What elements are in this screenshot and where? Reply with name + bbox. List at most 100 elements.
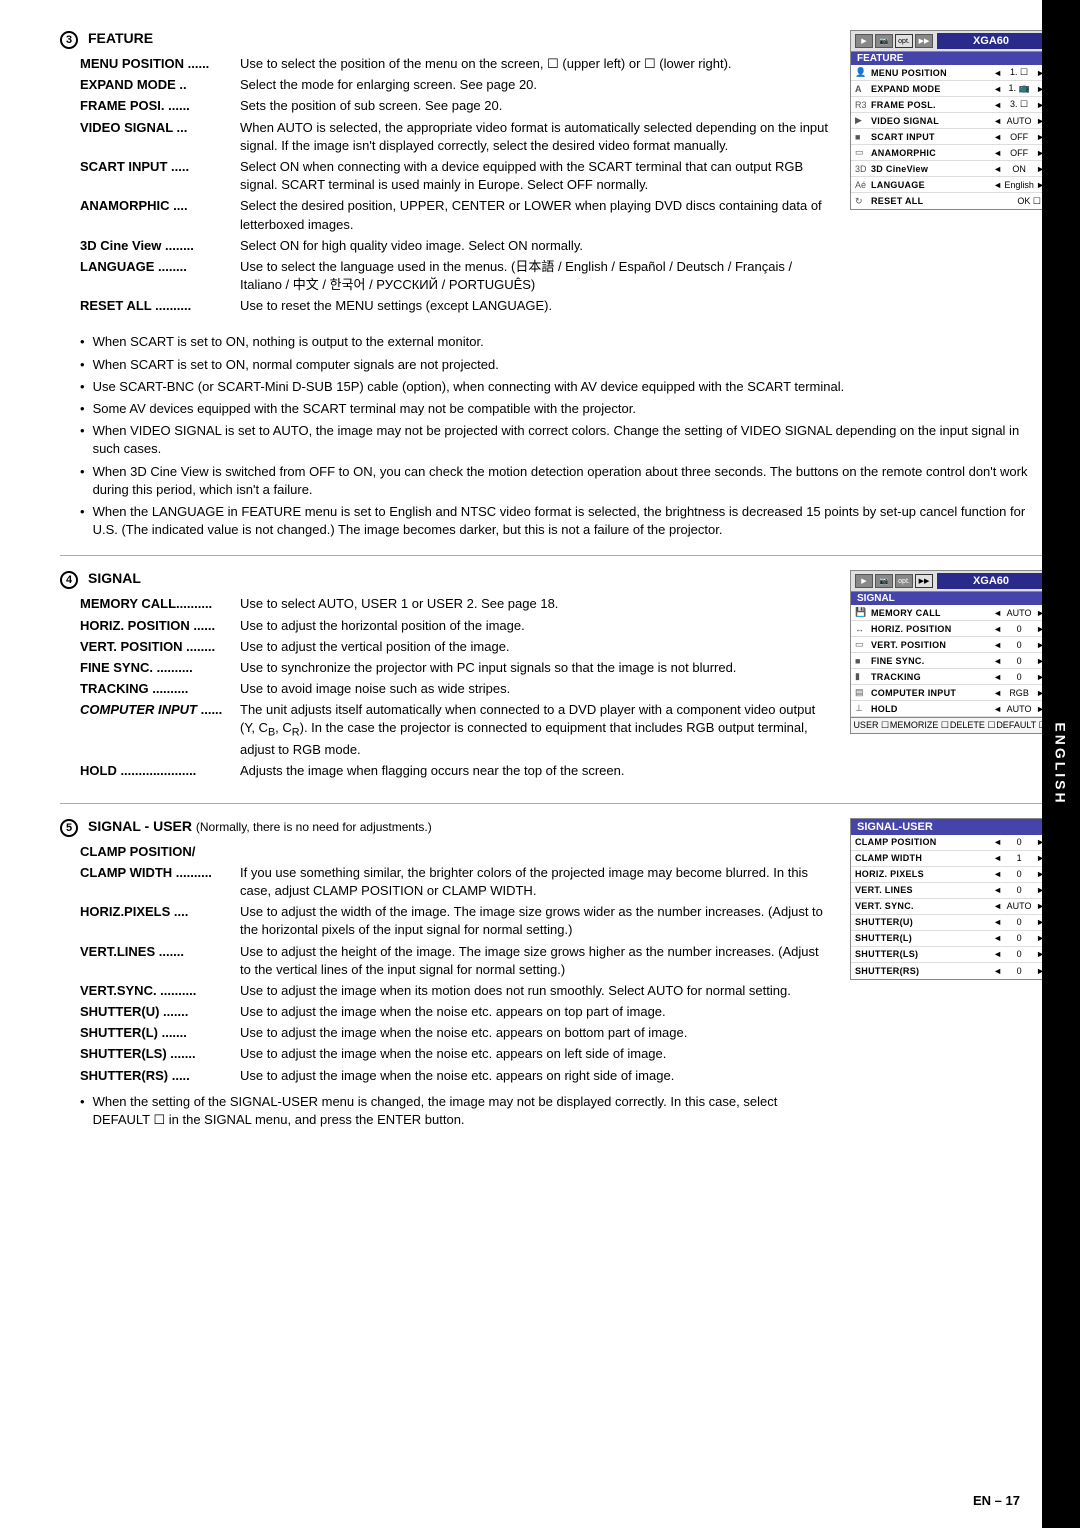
signal-text: 4 SIGNAL MEMORY CALL.......... Use to se… — [60, 570, 830, 788]
menu-row-reset-all: ↻ RESET ALL OK ☐ — [851, 193, 1049, 209]
footer-user: USER ☐ — [853, 720, 889, 731]
menu-icon-reset-all: ↻ — [855, 196, 871, 207]
page-container: ENGLISH 3 FEATURE MENU POSITION ...... U… — [0, 0, 1080, 1528]
def-term-expand: EXPAND MODE .. — [80, 76, 240, 94]
def-desc-menu-position: Use to select the position of the menu o… — [240, 55, 830, 73]
menu-icon-video-sig: ▶ — [855, 115, 871, 126]
def-desc-horiz-pos: Use to adjust the horizontal position of… — [240, 617, 830, 635]
menu-icon-3d: 3D — [855, 164, 871, 174]
def-desc-memory-call: Use to select AUTO, USER 1 or USER 2. Se… — [240, 595, 830, 613]
def-item-reset: RESET ALL .......... Use to reset the ME… — [80, 297, 830, 315]
def-term-scart: SCART INPUT ..... — [80, 158, 240, 194]
signal-user-menu-section: SIGNAL-USER — [851, 819, 1049, 835]
def-item-shutter-rs: SHUTTER(RS) ..... Use to adjust the imag… — [80, 1067, 830, 1085]
sig-row-vert: ▭ VERT. POSITION ◄ 0 ► — [851, 637, 1049, 653]
tab-icon-1: ▶ — [855, 34, 873, 48]
def-item-vert-lines: VERT.LINES ....... Use to adjust the hei… — [80, 943, 830, 979]
def-item-vert-sync: VERT.SYNC. .......... Use to adjust the … — [80, 982, 830, 1000]
def-desc-video: When AUTO is selected, the appropriate v… — [240, 119, 830, 155]
def-term-frame: FRAME POSI. ...... — [80, 97, 240, 115]
signal-header: 4 SIGNAL — [60, 570, 830, 589]
feature-text: 3 FEATURE MENU POSITION ...... Use to se… — [60, 30, 830, 323]
menu-row-frame: R3 FRAME POSL. ◄ 3. ☐ ► — [851, 97, 1049, 113]
def-desc-reset: Use to reset the MENU settings (except L… — [240, 297, 830, 315]
sig-row-memory: 💾 MEMORY CALL ◄ AUTO ► — [851, 605, 1049, 621]
signal-user-bullet: • When the setting of the SIGNAL-USER me… — [80, 1093, 830, 1129]
menu-icon-scart: ■ — [855, 132, 871, 142]
def-desc-vert-sync: Use to adjust the image when its motion … — [240, 982, 830, 1000]
def-term-hold: HOLD ..................... — [80, 762, 240, 780]
def-term-tracking: TRACKING .......... — [80, 680, 240, 698]
menu-name-scart: SCART INPUT — [871, 132, 993, 142]
sig-tab-2: 📷 — [875, 574, 893, 588]
menu-name-language: LANGUAGE — [871, 180, 993, 190]
section-divider-2 — [60, 803, 1050, 804]
def-desc-horiz-pixels: Use to adjust the width of the image. Th… — [240, 903, 830, 939]
signal-user-def-list: CLAMP POSITION/ CLAMP WIDTH .......... I… — [80, 843, 830, 1085]
def-term-horiz-pos: HORIZ. POSITION ...... — [80, 617, 240, 635]
signal-user-title: SIGNAL - USER (Normally, there is no nee… — [88, 818, 432, 834]
menu-name-expand: EXPAND MODE — [871, 84, 993, 94]
def-desc-scart: Select ON when connecting with a device … — [240, 158, 830, 194]
sig-tab-active: ▶▶ — [915, 574, 933, 588]
su-row-shutter-rs: SHUTTER(RS) ◄ 0 ► — [851, 963, 1049, 979]
signal-menu-title: XGA60 — [937, 573, 1045, 589]
def-desc-3d: Select ON for high quality video image. … — [240, 237, 830, 255]
su-row-horiz-pixels: HORIZ. PIXELS ◄ 0 ► — [851, 867, 1049, 883]
menu-name-frame: FRAME POSL. — [871, 100, 993, 110]
menu-name-anamorphic: ANAMORPHIC — [871, 148, 993, 158]
def-term-anamorphic: ANAMORPHIC .... — [80, 197, 240, 233]
def-term-shutter-ls: SHUTTER(LS) ....... — [80, 1045, 240, 1063]
tab-icon-active: opt. — [895, 34, 913, 48]
def-item-shutter-ls: SHUTTER(LS) ....... Use to adjust the im… — [80, 1045, 830, 1063]
su-row-vert-sync: VERT. SYNC. ◄ AUTO ► — [851, 899, 1049, 915]
bullet-scart-compat: • Some AV devices equipped with the SCAR… — [80, 400, 1050, 418]
feature-number: 3 — [60, 31, 78, 49]
footer-default: DEFAULT ☐ — [996, 720, 1046, 731]
def-desc-vert-pos: Use to adjust the vertical position of t… — [240, 638, 830, 656]
menu-icon-frame: R3 — [855, 100, 871, 110]
def-desc-expand: Select the mode for enlarging screen. Se… — [240, 76, 830, 94]
english-label: ENGLISH — [1053, 722, 1069, 805]
def-term-clamp-width: CLAMP WIDTH .......... — [80, 864, 240, 900]
signal-title: SIGNAL — [88, 570, 141, 586]
def-item-clamp-width: CLAMP WIDTH .......... If you use someth… — [80, 864, 830, 900]
tab-icon-2: 📷 — [875, 34, 893, 48]
def-item-shutter-l: SHUTTER(L) ....... Use to adjust the ima… — [80, 1024, 830, 1042]
sig-tab-3: opt. — [895, 574, 913, 588]
def-item-comp-input: COMPUTER INPUT ...... The unit adjusts i… — [80, 701, 830, 759]
menu-row-anamorphic: ▭ ANAMORPHIC ◄ OFF ► — [851, 145, 1049, 161]
def-item-hold: HOLD ..................... Adjusts the i… — [80, 762, 830, 780]
def-term-horiz-pixels: HORIZ.PIXELS .... — [80, 903, 240, 939]
def-item-horiz-pos: HORIZ. POSITION ...... Use to adjust the… — [80, 617, 830, 635]
def-desc-anamorphic: Select the desired position, UPPER, CENT… — [240, 197, 830, 233]
bullet-signal-user: • When the setting of the SIGNAL-USER me… — [80, 1093, 830, 1129]
menu-name-reset-all: RESET ALL — [871, 196, 956, 206]
feature-title: FEATURE — [88, 30, 153, 46]
def-desc-language: Use to select the language used in the m… — [240, 258, 830, 294]
def-term-shutter-rs: SHUTTER(RS) ..... — [80, 1067, 240, 1085]
def-item-clamp-pos: CLAMP POSITION/ — [80, 843, 830, 861]
su-row-clamp-pos: CLAMP POSITION ◄ 0 ► — [851, 835, 1049, 851]
menu-icon-expand: A — [855, 84, 871, 94]
def-item-tracking: TRACKING .......... Use to avoid image n… — [80, 680, 830, 698]
feature-def-list: MENU POSITION ...... Use to select the p… — [80, 55, 830, 315]
signal-menu-table: ▶ 📷 opt. ▶▶ XGA60 SIGNAL 💾 MEMORY CALL ◄… — [850, 570, 1050, 734]
def-term-language: LANGUAGE ........ — [80, 258, 240, 294]
su-row-shutter-ls: SHUTTER(LS) ◄ 0 ► — [851, 947, 1049, 963]
def-desc-shutter-u: Use to adjust the image when the noise e… — [240, 1003, 830, 1021]
def-term-shutter-l: SHUTTER(L) ....... — [80, 1024, 240, 1042]
section-divider-1 — [60, 555, 1050, 556]
def-term-vert-sync: VERT.SYNC. .......... — [80, 982, 240, 1000]
def-term-fine-sync: FINE SYNC. .......... — [80, 659, 240, 677]
def-item-expand: EXPAND MODE .. Select the mode for enlar… — [80, 76, 830, 94]
signal-user-menu-table: SIGNAL-USER CLAMP POSITION ◄ 0 ► CLAMP W… — [850, 818, 1050, 980]
def-term-clamp-pos: CLAMP POSITION/ — [80, 843, 240, 861]
def-item-video: VIDEO SIGNAL ... When AUTO is selected, … — [80, 119, 830, 155]
def-term-video: VIDEO SIGNAL ... — [80, 119, 240, 155]
tab-icon-3: ▶▶ — [915, 34, 933, 48]
menu-name-3d: 3D CineView — [871, 164, 993, 174]
sig-row-tracking: ▮ TRACKING ◄ 0 ► — [851, 669, 1049, 685]
feature-bullets: • When SCART is set to ON, nothing is ou… — [80, 333, 1050, 539]
def-item-frame: FRAME POSI. ...... Sets the position of … — [80, 97, 830, 115]
